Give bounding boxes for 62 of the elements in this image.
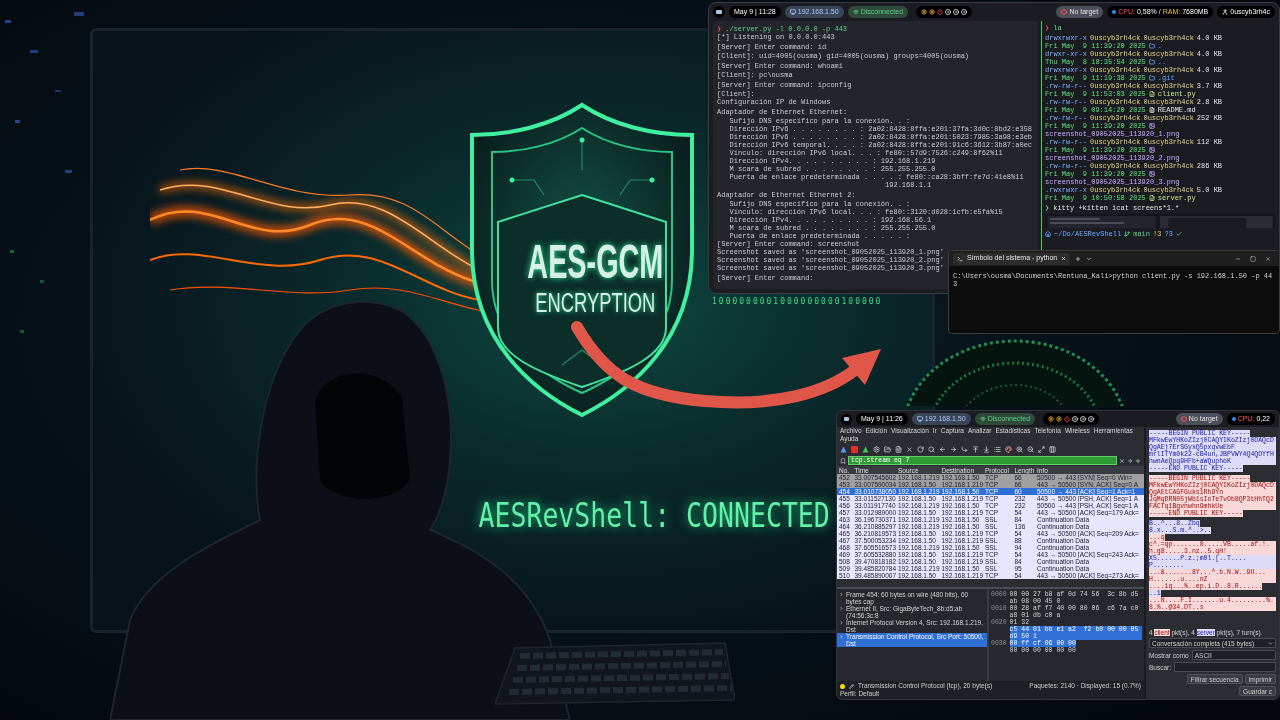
close-icon[interactable] bbox=[1265, 255, 1271, 262]
zoom-out-icon[interactable] bbox=[1027, 445, 1034, 453]
stop-icon[interactable] bbox=[851, 445, 858, 453]
settings-icon[interactable] bbox=[929, 9, 936, 15]
folder-icon bbox=[1148, 75, 1155, 81]
code-file-icon bbox=[1148, 195, 1155, 201]
app-logo-icon[interactable] bbox=[713, 6, 725, 18]
document-icon bbox=[1148, 107, 1155, 113]
settings-icon[interactable] bbox=[873, 445, 880, 453]
apply-arrow-icon[interactable] bbox=[1127, 457, 1133, 464]
monitor-icon bbox=[789, 9, 796, 15]
triangle-icon[interactable] bbox=[840, 445, 847, 453]
crosshair-icon bbox=[1061, 9, 1068, 15]
app-logo-icon[interactable] bbox=[841, 413, 852, 425]
wifi-icon bbox=[979, 416, 986, 422]
image-icon bbox=[1148, 171, 1155, 177]
chevron-down-icon[interactable] bbox=[1086, 255, 1093, 262]
jump-arrow-icon[interactable] bbox=[961, 445, 968, 453]
arrow-down-to-line-icon[interactable] bbox=[983, 445, 990, 453]
document-icon[interactable] bbox=[895, 445, 902, 453]
reload-icon[interactable] bbox=[917, 445, 924, 453]
wifi-icon bbox=[852, 9, 859, 15]
maximize-icon[interactable] bbox=[1250, 255, 1256, 262]
terminal-icon bbox=[957, 255, 963, 262]
check-icon bbox=[1175, 231, 1182, 237]
plus-icon[interactable] bbox=[1075, 255, 1082, 262]
search-field[interactable] bbox=[1174, 662, 1276, 672]
close-icon[interactable] bbox=[906, 445, 913, 453]
chevron-down-icon bbox=[1268, 640, 1273, 646]
settings-icon[interactable] bbox=[1056, 416, 1063, 422]
folder-icon[interactable] bbox=[884, 445, 891, 453]
code-file-icon bbox=[1148, 91, 1155, 97]
search-icon[interactable] bbox=[928, 445, 935, 453]
expand-icon[interactable] bbox=[1038, 445, 1045, 453]
pencil-icon[interactable] bbox=[849, 683, 854, 689]
folder-icon bbox=[1148, 59, 1155, 65]
crosshair-icon bbox=[1180, 416, 1187, 422]
plus-icon[interactable] bbox=[1135, 457, 1141, 464]
settings-icon[interactable] bbox=[921, 9, 928, 15]
settings-icon[interactable] bbox=[1048, 416, 1055, 422]
user-icon bbox=[1222, 9, 1229, 15]
binary-digits: 1000000001000000000100000 bbox=[712, 298, 883, 306]
shield-title: AES-GCM bbox=[527, 238, 663, 286]
arrow-right-icon[interactable] bbox=[950, 445, 957, 453]
image-icon bbox=[1148, 123, 1155, 129]
arrow-left-icon[interactable] bbox=[939, 445, 946, 453]
home-icon bbox=[1045, 231, 1051, 237]
status-headline: AESRevShell: CONNECTED bbox=[478, 498, 830, 532]
bookmark-icon[interactable] bbox=[840, 457, 846, 464]
zoom-in-icon[interactable] bbox=[1016, 445, 1023, 453]
shield-subtitle: ENCRYPTION bbox=[535, 290, 655, 317]
list-icon[interactable] bbox=[994, 445, 1001, 453]
folder-icon bbox=[1148, 43, 1155, 49]
monitor-icon bbox=[916, 416, 923, 422]
close-icon[interactable] bbox=[1061, 256, 1067, 261]
triangle-icon[interactable] bbox=[862, 445, 869, 453]
arrow-up-to-line-icon[interactable] bbox=[972, 445, 979, 453]
image-icon bbox=[1148, 147, 1155, 153]
clear-icon[interactable] bbox=[1119, 457, 1125, 464]
palette-icon[interactable] bbox=[1005, 445, 1012, 453]
branch-icon bbox=[1124, 231, 1131, 237]
columns-icon[interactable] bbox=[1049, 445, 1056, 453]
